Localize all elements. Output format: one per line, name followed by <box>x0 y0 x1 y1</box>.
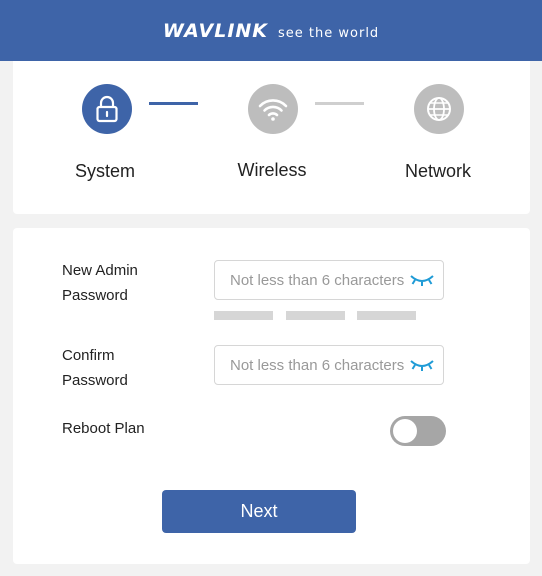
app-header: WAVLINK see the world <box>0 0 542 61</box>
confirm-password-field[interactable] <box>214 345 444 385</box>
step-wireless-circle <box>248 84 298 134</box>
step-system-circle <box>82 84 132 134</box>
lock-icon <box>96 95 118 123</box>
confirm-password-input[interactable] <box>215 345 412 385</box>
confirm-password-label-line2: Password <box>62 372 128 389</box>
step-network-circle <box>414 84 464 134</box>
confirm-password-label-line1: Confirm <box>62 347 115 364</box>
setup-steps: System Wireless Network <box>13 61 530 214</box>
step-label-network: Network <box>404 161 471 181</box>
toggle-knob <box>393 419 417 443</box>
admin-password-label: New Admin Password <box>62 258 138 308</box>
step-connector-1 <box>149 102 198 105</box>
brand-logo: WAVLINK <box>162 19 269 42</box>
password-strength-segment-1 <box>214 311 273 320</box>
reboot-plan-toggle[interactable] <box>390 416 446 446</box>
admin-password-label-line1: New Admin <box>62 262 138 279</box>
system-form: New Admin Password Confirm Password Rebo… <box>13 228 530 564</box>
eye-closed-icon[interactable] <box>409 358 435 372</box>
eye-closed-icon[interactable] <box>409 273 435 287</box>
step-connector-2 <box>315 102 364 105</box>
next-button[interactable]: Next <box>162 490 356 533</box>
brand: WAVLINK see the world <box>163 20 379 42</box>
reboot-plan-label: Reboot Plan <box>62 420 145 437</box>
admin-password-input[interactable] <box>215 260 412 300</box>
globe-icon <box>427 97 451 121</box>
wifi-icon <box>258 99 288 121</box>
confirm-password-label: Confirm Password <box>62 343 128 393</box>
admin-password-field[interactable] <box>214 260 444 300</box>
brand-tagline: see the world <box>278 25 380 41</box>
password-strength-segment-2 <box>286 311 345 320</box>
password-strength-segment-3 <box>357 311 416 320</box>
step-label-system: System <box>74 161 135 181</box>
step-label-wireless: Wireless <box>237 160 307 180</box>
admin-password-label-line2: Password <box>62 287 128 304</box>
